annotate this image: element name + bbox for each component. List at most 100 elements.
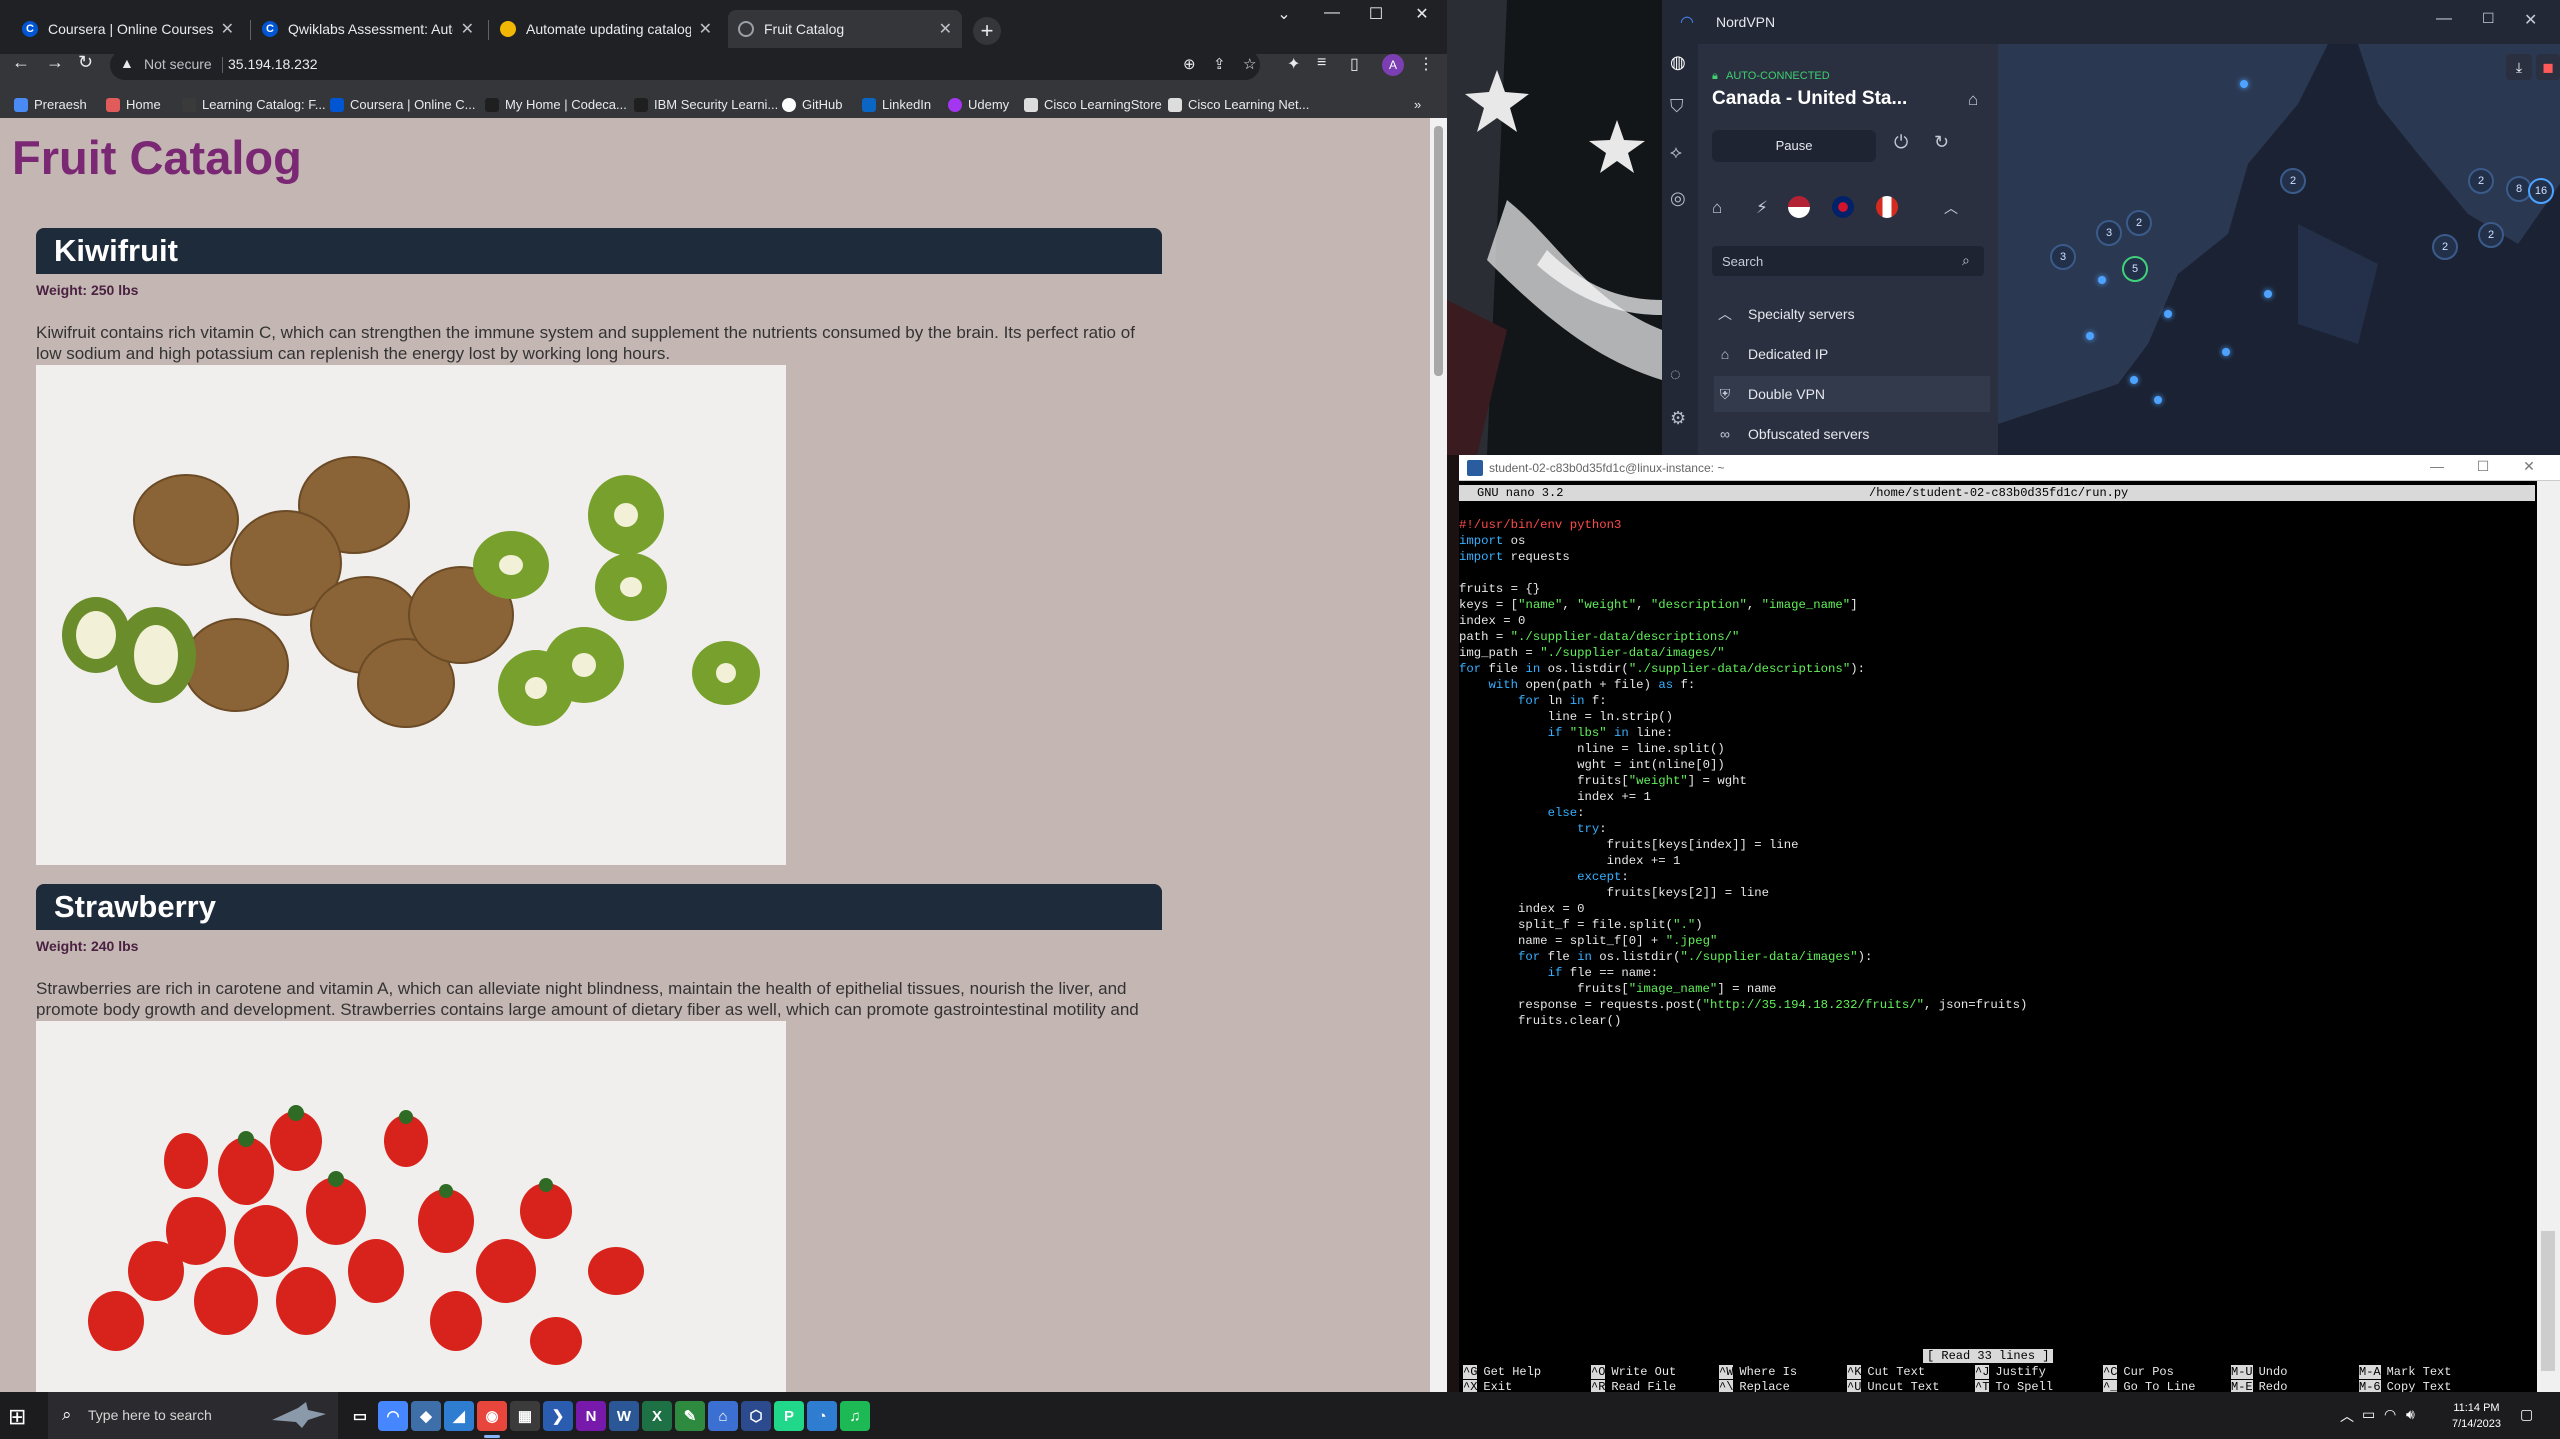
tab-coursera[interactable]: C Coursera | Online Courses & Cre ✕ (12, 10, 244, 48)
virtualbox-icon[interactable]: ⬡ (741, 1401, 771, 1431)
bookmark-item[interactable]: Home (106, 97, 161, 112)
notification-icon[interactable]: ◼ (2536, 54, 2560, 80)
zoom-icon[interactable]: ⊕ (1183, 55, 1196, 73)
word-icon[interactable]: W (609, 1401, 639, 1431)
search-input[interactable]: Search ⌕ (1712, 246, 1984, 276)
taskbar-search[interactable]: ⌕ Type here to search (48, 1392, 338, 1439)
bookmark-item[interactable]: Cisco LearningStore (1024, 97, 1162, 112)
app-icon[interactable]: ◆ (411, 1401, 441, 1431)
app-icon[interactable]: ◢ (444, 1401, 474, 1431)
close-icon[interactable]: ✕ (221, 19, 234, 39)
minimize-button[interactable]: — (2436, 10, 2452, 28)
windows-start-icon[interactable]: ⊞ (8, 1404, 26, 1430)
close-icon[interactable]: ✕ (699, 19, 712, 39)
network-icon[interactable]: ⌂ (708, 1401, 738, 1431)
bookmark-item[interactable]: Learning Catalog: F... (182, 97, 326, 112)
minimize-button[interactable]: — (1312, 4, 1352, 22)
globe-icon[interactable]: ◍ (1670, 52, 1686, 73)
spotify-icon[interactable]: ♫ (840, 1401, 870, 1431)
profile-avatar[interactable]: A (1382, 54, 1404, 76)
chevron-up-icon[interactable]: ︿ (1944, 198, 1958, 218)
shield-icon[interactable]: ⛉ (1670, 96, 1684, 117)
minimize-button[interactable]: — (2417, 458, 2457, 474)
server-dot[interactable] (2086, 332, 2094, 340)
settings-icon[interactable]: ⚙ (1670, 408, 1686, 429)
address-bar[interactable]: ▲ Not secure 35.194.18.232 (110, 50, 1260, 80)
task-view-icon[interactable]: ▭ (345, 1401, 375, 1431)
more-bookmarks-icon[interactable]: » (1414, 97, 1421, 112)
reload-icon[interactable]: ↻ (78, 52, 93, 73)
meshnet-icon[interactable]: ⟡ (1670, 142, 1682, 163)
pause-button[interactable]: Pause (1712, 130, 1876, 162)
tab-automate-catalog[interactable]: Automate updating catalog infor ✕ (490, 10, 722, 48)
store-icon[interactable]: ▦ (510, 1401, 540, 1431)
excel-icon[interactable]: X (642, 1401, 672, 1431)
app-icon[interactable]: ◔ (807, 1401, 837, 1431)
powershell-icon[interactable]: ❯ (543, 1401, 573, 1431)
page-scrollbar[interactable] (1430, 118, 1447, 1392)
us-flag-icon[interactable] (1788, 196, 1810, 218)
server-cluster[interactable]: 2 (2126, 210, 2152, 236)
bookmark-item[interactable]: Preraesh (14, 97, 87, 112)
app-icon[interactable]: ✎ (675, 1401, 705, 1431)
server-cluster[interactable]: 2 (2478, 222, 2504, 248)
pycharm-icon[interactable]: P (774, 1401, 804, 1431)
scrollbar-thumb[interactable] (2541, 1231, 2555, 1371)
refresh-icon[interactable]: ↻ (1934, 132, 1949, 153)
server-cluster[interactable]: 16 (2528, 178, 2554, 204)
close-window-button[interactable]: ✕ (2509, 458, 2549, 475)
clock[interactable]: 11:14 PM 7/14/2023 (2452, 1400, 2501, 1432)
maximize-button[interactable]: ☐ (2482, 10, 2495, 27)
ip-lock-icon[interactable]: ⌂ (1968, 90, 1978, 110)
star-icon[interactable]: ☆ (1243, 55, 1256, 73)
server-cluster[interactable]: 3 (2050, 244, 2076, 270)
server-cluster[interactable]: 2 (2280, 168, 2306, 194)
close-icon[interactable]: ✕ (939, 19, 952, 39)
server-map[interactable]: 2 3 2 5 3 2 2 8 16 2 ⤓ ◼ (1998, 44, 2560, 455)
server-dot[interactable] (2130, 376, 2138, 384)
extensions-icon[interactable]: ✦ (1287, 54, 1300, 74)
server-item-dedicated-ip[interactable]: ⌂ Dedicated IP (1714, 336, 1990, 372)
close-window-button[interactable]: ✕ (1402, 4, 1442, 24)
back-icon[interactable]: ← (12, 52, 30, 73)
forward-icon[interactable]: → (46, 52, 64, 73)
menu-icon[interactable]: ⋮ (1418, 54, 1434, 74)
server-dot[interactable] (2098, 276, 2106, 284)
bookmark-item[interactable]: GitHub (782, 97, 842, 112)
support-icon[interactable]: ◌ (1670, 364, 1681, 385)
server-dot[interactable] (2164, 310, 2172, 318)
download-icon[interactable]: ⤓ (2506, 54, 2532, 80)
bookmark-item[interactable]: Coursera | Online C... (330, 97, 475, 112)
bookmark-item[interactable]: LinkedIn (862, 97, 931, 112)
bookmark-item[interactable]: Udemy (948, 97, 1009, 112)
nordvpn-icon[interactable]: ◠ (378, 1401, 408, 1431)
server-dot[interactable] (2222, 348, 2230, 356)
server-dot[interactable] (2154, 396, 2162, 404)
terminal-scrollbar[interactable] (2537, 481, 2560, 1392)
dedicated-ip-icon[interactable]: ⌂ (1712, 198, 1722, 218)
tab-qwiklabs-assessment[interactable]: C Qwiklabs Assessment: Automate ✕ (252, 10, 484, 48)
server-item-double-vpn[interactable]: ⛨ Double VPN (1714, 376, 1990, 412)
tab-fruit-catalog[interactable]: Fruit Catalog ✕ (728, 10, 962, 48)
canada-flag-icon[interactable] (1876, 196, 1898, 218)
p2p-icon[interactable]: ⚡︎ (1756, 198, 1768, 218)
notification-icon[interactable]: ▢ (2520, 1406, 2533, 1423)
server-dot[interactable] (2240, 80, 2248, 88)
close-icon[interactable]: ✕ (461, 19, 474, 39)
specialty-servers-toggle[interactable]: ︿ Specialty servers (1714, 296, 1990, 332)
server-cluster[interactable]: 2 (2468, 168, 2494, 194)
close-window-button[interactable]: ✕ (2524, 10, 2537, 30)
server-cluster[interactable]: 2 (2432, 234, 2458, 260)
server-item-obfuscated[interactable]: ∞ Obfuscated servers (1714, 416, 1990, 452)
server-dot[interactable] (2264, 290, 2272, 298)
uk-flag-icon[interactable] (1832, 196, 1854, 218)
server-cluster[interactable]: 3 (2096, 220, 2122, 246)
reading-list-icon[interactable]: ≡ (1317, 54, 1326, 72)
bookmark-item[interactable]: Cisco Learning Net... (1168, 97, 1309, 112)
onenote-icon[interactable]: N (576, 1401, 606, 1431)
volume-icon[interactable]: 🔊︎ (2406, 1406, 2415, 1423)
maximize-button[interactable]: ☐ (1356, 4, 1396, 24)
bookmark-item[interactable]: IBM Security Learni... (634, 97, 778, 112)
chrome-icon[interactable]: ◉ (477, 1401, 507, 1438)
code-editor[interactable]: #!/usr/bin/env python3 import os import re… (1459, 517, 2535, 1029)
